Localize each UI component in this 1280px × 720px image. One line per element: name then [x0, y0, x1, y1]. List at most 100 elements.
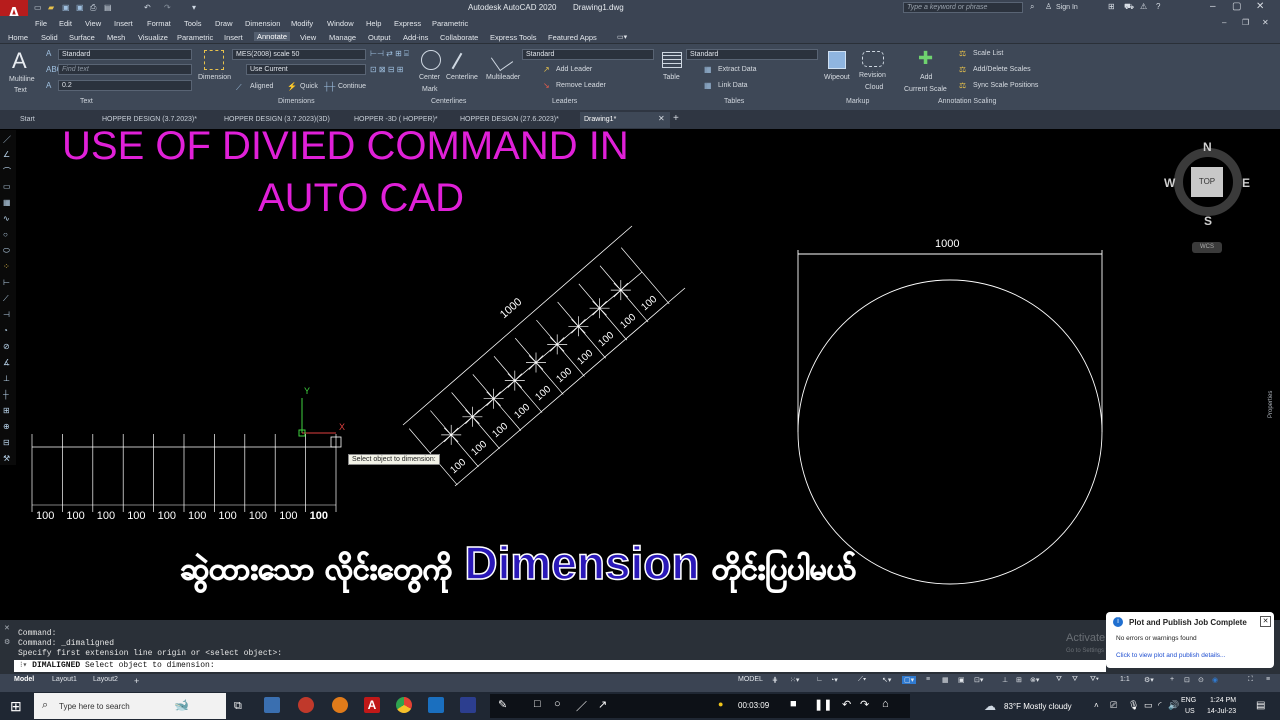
rec-pen-icon[interactable]: ✎ — [498, 698, 507, 711]
windows-start-icon[interactable]: ⊞ — [10, 698, 22, 715]
leader-style-select[interactable]: Standard — [522, 49, 654, 60]
dim-style-select[interactable]: MES(2008) scale 50 — [232, 49, 366, 60]
tab-annotate[interactable]: Annotate — [254, 32, 291, 41]
new-tab-button[interactable]: + — [673, 113, 679, 124]
annotation-scale-value[interactable]: 1:1 — [1120, 676, 1130, 683]
dropdown-icon[interactable]: ▾ — [192, 3, 196, 12]
lang-indicator[interactable]: ENG — [1181, 697, 1196, 704]
leaders-panel-title[interactable]: Leaders — [552, 98, 577, 105]
rec-redo-icon[interactable]: ↷ — [860, 698, 869, 711]
tab-parametric[interactable]: Parametric — [177, 33, 213, 42]
menu-format[interactable]: Format — [147, 19, 171, 28]
weather-text[interactable]: 83°F Mostly cloudy — [1004, 702, 1072, 711]
lineweight-icon[interactable]: ≡ — [926, 676, 930, 683]
scale-list-button[interactable]: Scale List — [973, 50, 1003, 57]
menu-window[interactable]: Window — [327, 19, 354, 28]
task-view-icon[interactable]: ⧉ — [234, 700, 242, 713]
add-leader-button[interactable]: Add Leader — [556, 66, 592, 73]
compass-w[interactable]: W — [1164, 176, 1175, 190]
transparency-icon[interactable]: ▦ — [942, 676, 949, 684]
clock-time[interactable]: 1:24 PM — [1210, 697, 1236, 704]
tray-camera-icon[interactable]: ⎚ — [1110, 700, 1117, 711]
rec-line-icon[interactable]: ／ — [576, 698, 587, 714]
isolate-icon[interactable]: ⊙ — [1198, 676, 1204, 684]
notifications-icon[interactable]: ▤ — [1256, 700, 1265, 711]
rec-home-icon[interactable]: ⌂ — [882, 698, 889, 710]
taskbar-app-7[interactable] — [460, 697, 476, 713]
command-close-icon[interactable]: ✕ — [4, 624, 10, 632]
tray-network-icon[interactable]: ▭ — [1144, 700, 1153, 711]
rec-dot-icon[interactable]: ● — [718, 699, 723, 709]
ribbon-toggle-icon[interactable]: ▭▾ — [617, 33, 627, 41]
osnap-tracking-icon[interactable]: ▢▾ — [902, 676, 917, 684]
annotation-scale-icon[interactable]: ⛛▾ — [1090, 676, 1099, 684]
compass-n[interactable]: N — [1203, 140, 1212, 154]
tab-manage[interactable]: Manage — [329, 33, 356, 42]
taskbar-app-3[interactable] — [332, 697, 348, 713]
center-mark-button[interactable]: Center Mark — [418, 48, 444, 98]
revision-cloud-button[interactable]: Revision Cloud — [858, 48, 890, 98]
sync-scale-button[interactable]: Sync Scale Positions — [973, 82, 1038, 89]
search-input[interactable]: Type a keyword or phrase — [907, 4, 987, 11]
text-panel-title[interactable]: Text — [80, 98, 93, 105]
menu-close-button[interactable]: ✕ — [1262, 18, 1269, 27]
maximize-button[interactable]: ▢ — [1232, 1, 1241, 12]
taskbar-search-input[interactable]: Type here to search — [59, 702, 130, 711]
aligned-button[interactable]: Aligned — [250, 83, 273, 90]
saveas-icon[interactable]: ▣ — [76, 3, 84, 12]
grid-icon[interactable]: ⋕ — [772, 676, 778, 684]
tables-panel-title[interactable]: Tables — [724, 98, 744, 105]
user-icon[interactable]: ♙ — [1045, 2, 1052, 11]
centerlines-panel-title[interactable]: Centerlines — [431, 98, 466, 105]
quick-access-toolbar[interactable]: ▭ ▰ ▣ ▣ ⎙ ▤ ↶ ↷ ▾ — [34, 3, 204, 13]
clean-screen-icon[interactable]: ⛶ — [1248, 676, 1253, 684]
tab-featured-apps[interactable]: Featured Apps — [548, 33, 597, 42]
workspace-icon[interactable]: ⚙▾ — [1144, 676, 1154, 684]
menu-tools[interactable]: Tools — [184, 19, 202, 28]
menu-restore-button[interactable]: ❐ — [1242, 18, 1249, 27]
sign-in-link[interactable]: Sign In — [1056, 4, 1078, 11]
selection-cycling-icon[interactable]: ▣ — [958, 676, 965, 684]
remove-leader-button[interactable]: Remove Leader — [556, 82, 606, 89]
tab-surface[interactable]: Surface — [69, 33, 95, 42]
selection-filter-icon[interactable]: ⊞ — [1016, 676, 1022, 684]
tab-addins[interactable]: Add-ins — [403, 33, 428, 42]
centerline-button[interactable]: Centerline — [446, 48, 482, 88]
print-icon[interactable]: ⎙ — [90, 3, 96, 13]
polar-icon[interactable]: ◔▾ — [830, 676, 838, 684]
menu-insert[interactable]: Insert — [114, 19, 133, 28]
quick-button[interactable]: Quick — [300, 83, 318, 90]
wipeout-button[interactable]: Wipeout — [822, 48, 854, 88]
find-text-input[interactable]: Find text — [58, 64, 192, 75]
exchange-icon[interactable]: ⛟ — [1124, 2, 1134, 12]
markup-panel-title[interactable]: Markup — [846, 98, 869, 105]
properties-strip[interactable]: Properties — [1266, 380, 1280, 420]
menu-edit[interactable]: Edit — [59, 19, 72, 28]
file-tab-close-icon[interactable]: ✕ — [658, 114, 665, 123]
screen-recorder-toolbar[interactable]: ✎ □ ○ ／ ↗ ● 00:03:09 ■ ❚❚ ↶ ↷ ⌂ — [490, 694, 910, 718]
text-height-select[interactable]: 0.2 — [58, 80, 192, 91]
isodraft-icon[interactable]: ⟋▾ — [858, 676, 866, 684]
continue-button[interactable]: Continue — [338, 83, 366, 90]
menu-parametric[interactable]: Parametric — [432, 19, 468, 28]
plot-icon[interactable]: ▤ — [104, 3, 112, 12]
undo-icon[interactable]: ↶ — [144, 3, 151, 12]
file-tab-start[interactable]: Start — [16, 112, 39, 128]
minimize-button[interactable]: – — [1210, 1, 1216, 12]
3dosnap-icon[interactable]: ⊡▾ — [974, 676, 983, 684]
table-style-select[interactable]: Standard — [686, 49, 818, 60]
taskbar-search-box[interactable]: ⌕ Type here to search 🐋 — [34, 693, 226, 719]
menu-file[interactable]: File — [35, 19, 47, 28]
multileader-button[interactable]: Multileader — [486, 48, 520, 88]
plot-publish-notification[interactable]: i Plot and Publish Job Complete ✕ No err… — [1106, 612, 1274, 668]
search-icon[interactable]: ⌕ — [1030, 2, 1034, 12]
link-data-button[interactable]: Link Data — [718, 82, 748, 89]
cart-icon[interactable]: ⊞ — [1108, 2, 1115, 11]
menu-modify[interactable]: Modify — [291, 19, 313, 28]
dim-tool-icons-2[interactable]: ⊡ ⊠ ⊟ ⊞ — [370, 65, 403, 74]
rec-arrow-icon[interactable]: ↗ — [598, 698, 607, 711]
command-input[interactable]: ⁝▾ DIMALIGNED Select object to dimension… — [14, 660, 1106, 672]
menu-view[interactable]: View — [85, 19, 101, 28]
dimension-button[interactable]: Dimension — [198, 48, 231, 92]
layout-tab-layout2[interactable]: Layout2 — [93, 676, 118, 683]
